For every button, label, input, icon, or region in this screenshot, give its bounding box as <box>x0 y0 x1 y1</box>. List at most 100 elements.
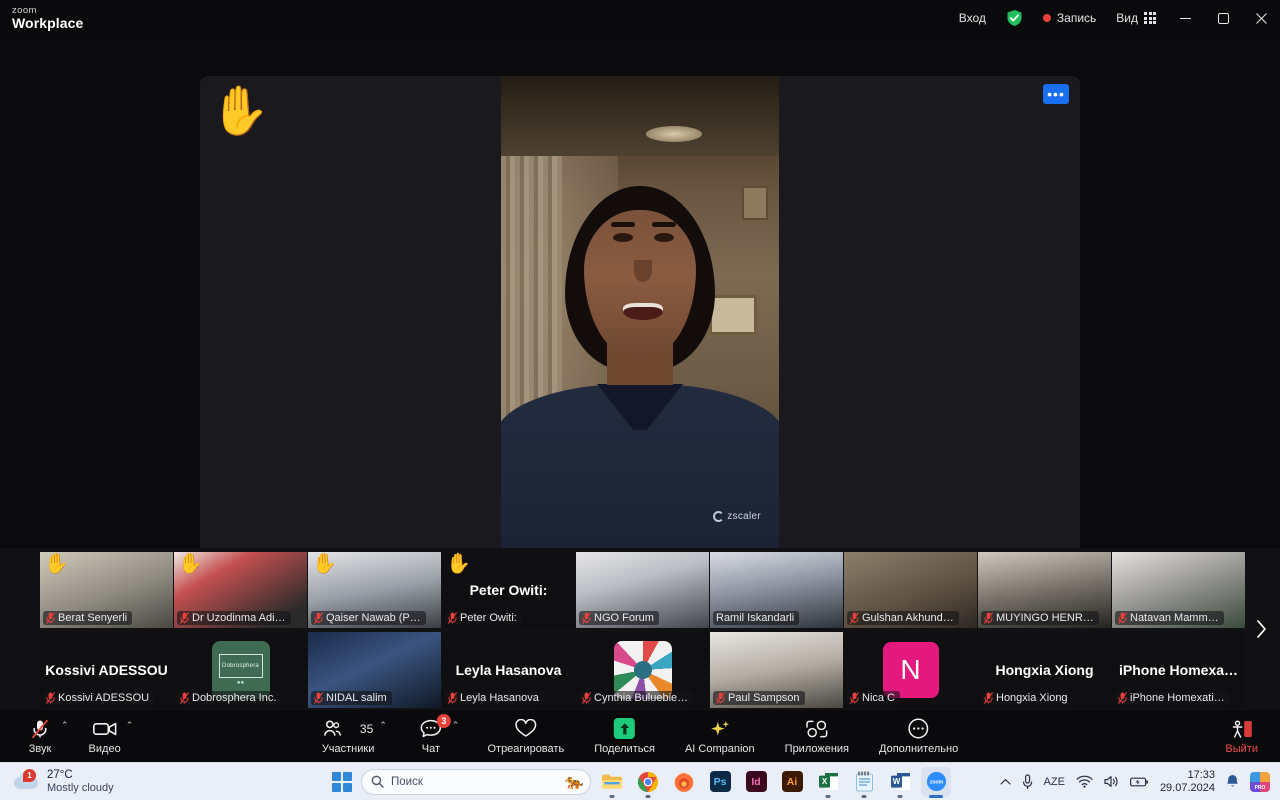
weather-widget[interactable]: 1 27°C Mostly cloudy <box>0 769 150 795</box>
participant-label: Dr Uzodinma Adi… <box>177 611 291 625</box>
taskbar-app-notepad[interactable] <box>849 767 879 798</box>
participant-label: Gulshan Akhund… <box>847 611 959 625</box>
participant-label: Qaiser Nawab (P… <box>311 611 426 625</box>
taskbar-app-illustrator[interactable]: Ai <box>777 767 807 797</box>
camera-icon <box>92 718 117 740</box>
participant-thumbnail[interactable]: Paul Sampson <box>710 632 843 708</box>
language-indicator[interactable]: AZE <box>1044 776 1065 788</box>
participant-thumbnail[interactable]: Hongxia Xiong Hongxia Xiong <box>978 632 1111 708</box>
taskbar-app-firefox[interactable] <box>669 767 699 797</box>
people-icon: 35 <box>323 718 373 740</box>
ai-companion-button[interactable]: AI Companion <box>683 716 757 757</box>
toolbar-right-group: Выйти <box>1223 716 1280 757</box>
raise-hand-icon: ✋ <box>446 553 471 575</box>
battery-charging-icon[interactable] <box>1129 776 1149 788</box>
participant-thumbnail[interactable]: Dobrosphera ●● Dobrosphera Inc. <box>174 632 307 708</box>
login-label: Вход <box>958 11 986 25</box>
cloud-icon: 1 <box>14 769 40 791</box>
participant-thumbnail[interactable]: NGO Forum <box>576 552 709 628</box>
svg-text:X: X <box>821 777 827 786</box>
clock[interactable]: 17:33 29.07.2024 <box>1160 769 1215 794</box>
shield-check-icon <box>1006 9 1023 27</box>
microsoft-365-icon[interactable]: PRO <box>1250 771 1270 792</box>
active-speaker-tile[interactable]: zscaler ✋ ••• Dr. Harshita Umesh_YOUNGO … <box>200 76 1080 574</box>
participant-thumbnail[interactable]: Natavan Mamm… <box>1112 552 1245 628</box>
participant-label: Hongxia Xiong <box>981 691 1073 705</box>
search-decoration-icon: 🐅 <box>565 773 584 790</box>
participant-thumbnail[interactable]: ✋ Peter Owiti: Peter Owiti: <box>442 552 575 628</box>
participants-button[interactable]: 35 Участники <box>320 716 377 757</box>
weather-temperature: 27°C <box>47 768 73 781</box>
encryption-shield-button[interactable] <box>996 0 1033 36</box>
participant-thumbnail[interactable]: ✋ Qaiser Nawab (P… <box>308 552 441 628</box>
react-button[interactable]: Отреагировать <box>485 716 566 757</box>
mic-muted-icon <box>31 718 49 740</box>
chat-options-caret[interactable]: ⌃ <box>452 720 460 730</box>
raise-hand-icon: ✋ <box>44 553 69 575</box>
wifi-icon[interactable] <box>1076 775 1093 788</box>
participant-thumbnail[interactable]: MUYINGO HENR… <box>978 552 1111 628</box>
notification-bell-icon[interactable] <box>1226 774 1239 789</box>
participant-thumbnail[interactable]: Leyla Hasanova Leyla Hasanova <box>442 632 575 708</box>
video-options-caret[interactable]: ⌃ <box>126 720 134 730</box>
leave-meeting-button[interactable]: Выйти <box>1223 716 1260 757</box>
chat-button[interactable]: 3 Чат <box>413 713 451 757</box>
maximize-restore-button[interactable] <box>1204 0 1242 36</box>
grid-icon <box>1144 12 1156 24</box>
tray-overflow-chevron-icon[interactable] <box>999 778 1011 786</box>
microphone-icon[interactable] <box>1022 773 1033 790</box>
participant-thumbnail[interactable]: Cynthia Buluebie… <box>576 632 709 708</box>
participant-thumbnail[interactable]: Gulshan Akhund… <box>844 552 977 628</box>
leave-door-icon <box>1230 718 1254 740</box>
start-video-button[interactable]: Видео <box>87 716 123 757</box>
participant-name: Ramil Iskandarli <box>716 612 795 624</box>
taskbar-app-word[interactable]: W <box>885 767 915 798</box>
mic-muted-icon <box>448 692 457 704</box>
participant-name: Gulshan Akhund… <box>862 612 954 624</box>
view-button[interactable]: Вид <box>1106 0 1166 36</box>
speaker-more-options-button[interactable]: ••• <box>1043 84 1069 104</box>
filmstrip-next-button[interactable] <box>1246 606 1276 652</box>
more-options-button[interactable]: Дополнительно <box>877 716 960 757</box>
login-button[interactable]: Вход <box>949 0 996 36</box>
taskbar-app-zoom[interactable]: zoom <box>921 766 951 798</box>
clock-date: 29.07.2024 <box>1159 781 1215 794</box>
raise-hand-icon: ✋ <box>210 85 270 138</box>
recording-indicator[interactable]: Запись <box>1033 0 1106 36</box>
volume-icon[interactable] <box>1104 775 1119 788</box>
participant-thumbnail[interactable]: N Nica C <box>844 632 977 708</box>
participant-thumbnail[interactable]: iPhone Homexa… iPhone Homexati… <box>1112 632 1245 708</box>
share-screen-button[interactable]: Поделиться <box>592 716 657 757</box>
participant-label: iPhone Homexati… <box>1115 691 1230 705</box>
mic-muted-icon <box>716 692 725 704</box>
meeting-toolbar: Звук ⌃ Видео ⌃ 35 Участники ⌃ 3 Чат ⌃ От… <box>0 710 1280 762</box>
participant-thumbnail[interactable]: NIDAL salim <box>308 632 441 708</box>
audio-label: Звук <box>28 742 52 755</box>
taskbar-app-excel[interactable]: X <box>813 767 843 798</box>
participant-thumbnail[interactable]: Ramil Iskandarli <box>710 552 843 628</box>
chat-control-group: 3 Чат ⌃ <box>413 713 460 757</box>
participant-filmstrip: ✋ Berat Senyerli ✋ Dr Uzodinma Adi… ✋ Qa… <box>0 548 1280 710</box>
windows-start-icon[interactable] <box>329 769 355 795</box>
participant-label: Berat Senyerli <box>43 611 133 625</box>
taskbar-app-file-explorer[interactable] <box>597 767 627 798</box>
svg-text:W: W <box>892 777 900 786</box>
meeting-stage: zscaler ✋ ••• Dr. Harshita Umesh_YOUNGO … <box>0 36 1280 574</box>
apps-button[interactable]: Приложения <box>783 716 851 757</box>
search-input[interactable]: Поиск 🐅 <box>361 768 591 795</box>
taskbar-app-google-chrome[interactable] <box>633 767 663 798</box>
taskbar-app-indesign[interactable]: Id <box>741 767 771 797</box>
taskbar-app-photoshop[interactable]: Ps <box>705 767 735 797</box>
participant-thumbnail[interactable]: ✋ Berat Senyerli <box>40 552 173 628</box>
close-button[interactable] <box>1242 0 1280 36</box>
participant-label: Nica C <box>847 691 901 705</box>
participant-thumbnail[interactable]: ✋ Dr Uzodinma Adi… <box>174 552 307 628</box>
active-speaker-video: zscaler <box>501 76 779 574</box>
view-label: Вид <box>1116 11 1138 25</box>
participant-thumbnail[interactable]: Kossivi ADESSOU Kossivi ADESSOU <box>40 632 173 708</box>
audio-options-caret[interactable]: ⌃ <box>61 720 69 730</box>
mute-audio-button[interactable]: Звук <box>22 716 58 757</box>
minimize-button[interactable] <box>1166 0 1204 36</box>
participants-options-caret[interactable]: ⌃ <box>379 720 387 730</box>
sparkle-icon <box>709 718 731 740</box>
